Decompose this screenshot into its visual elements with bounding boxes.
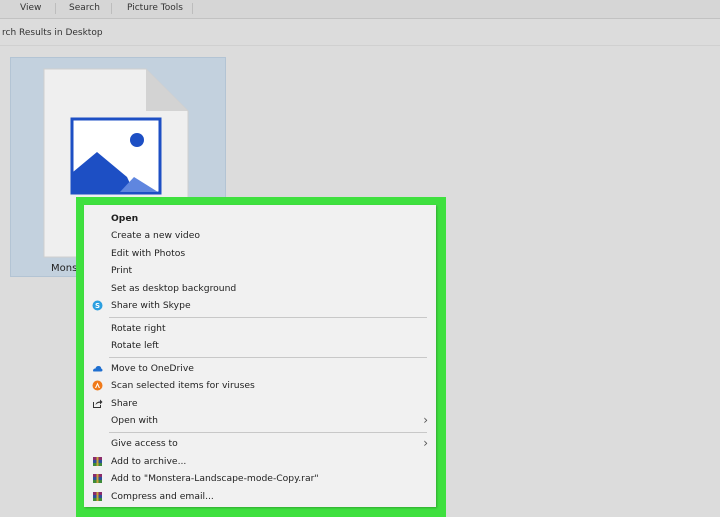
menu-item-give-access[interactable]: Give access to › <box>84 435 436 452</box>
share-icon <box>93 399 103 408</box>
chevron-right-icon: › <box>423 413 428 427</box>
menu-item-share-skype[interactable]: S Share with Skype <box>84 297 436 314</box>
menu-separator <box>109 317 427 318</box>
ribbon-separator <box>192 3 193 14</box>
menu-item-open[interactable]: Open <box>84 210 436 227</box>
address-text: rch Results in Desktop <box>2 28 103 38</box>
ribbon-separator <box>111 3 112 14</box>
chevron-right-icon: › <box>423 436 428 450</box>
menu-item-compress-email[interactable]: Compress and email... <box>84 488 436 505</box>
menu-item-set-desktop-background[interactable]: Set as desktop background <box>84 280 436 297</box>
menu-item-move-onedrive[interactable]: Move to OneDrive <box>84 360 436 377</box>
menu-item-edit-photos[interactable]: Edit with Photos <box>84 245 436 262</box>
winrar-icon <box>93 492 102 501</box>
tab-search[interactable]: Search <box>63 3 106 13</box>
menu-item-rotate-left[interactable]: Rotate left <box>84 337 436 354</box>
menu-separator <box>109 432 427 433</box>
menu-item-add-archive[interactable]: Add to archive... <box>84 453 436 470</box>
address-bar[interactable]: rch Results in Desktop <box>0 24 720 42</box>
ribbon-bar: View Search Picture Tools <box>0 0 720 19</box>
menu-item-print[interactable]: Print <box>84 262 436 279</box>
winrar-icon <box>93 457 102 466</box>
svg-text:S: S <box>95 302 100 310</box>
winrar-icon <box>93 474 102 483</box>
tab-picture-tools[interactable]: Picture Tools <box>121 3 189 13</box>
context-menu: Open Create a new video Edit with Photos… <box>84 205 436 507</box>
ribbon-separator <box>55 3 56 14</box>
menu-item-scan-viruses[interactable]: Scan selected items for viruses <box>84 377 436 394</box>
onedrive-icon <box>93 366 103 372</box>
menu-item-create-video[interactable]: Create a new video <box>84 227 436 244</box>
menu-item-add-rar[interactable]: Add to "Monstera-Landscape-mode-Copy.rar… <box>84 470 436 487</box>
skype-icon: S <box>92 300 103 311</box>
tab-view[interactable]: View <box>14 3 47 13</box>
antivirus-icon <box>92 380 103 391</box>
menu-item-open-with[interactable]: Open with › <box>84 412 436 429</box>
menu-item-rotate-right[interactable]: Rotate right <box>84 320 436 337</box>
menu-item-share[interactable]: Share <box>84 395 436 412</box>
menu-separator <box>109 357 427 358</box>
